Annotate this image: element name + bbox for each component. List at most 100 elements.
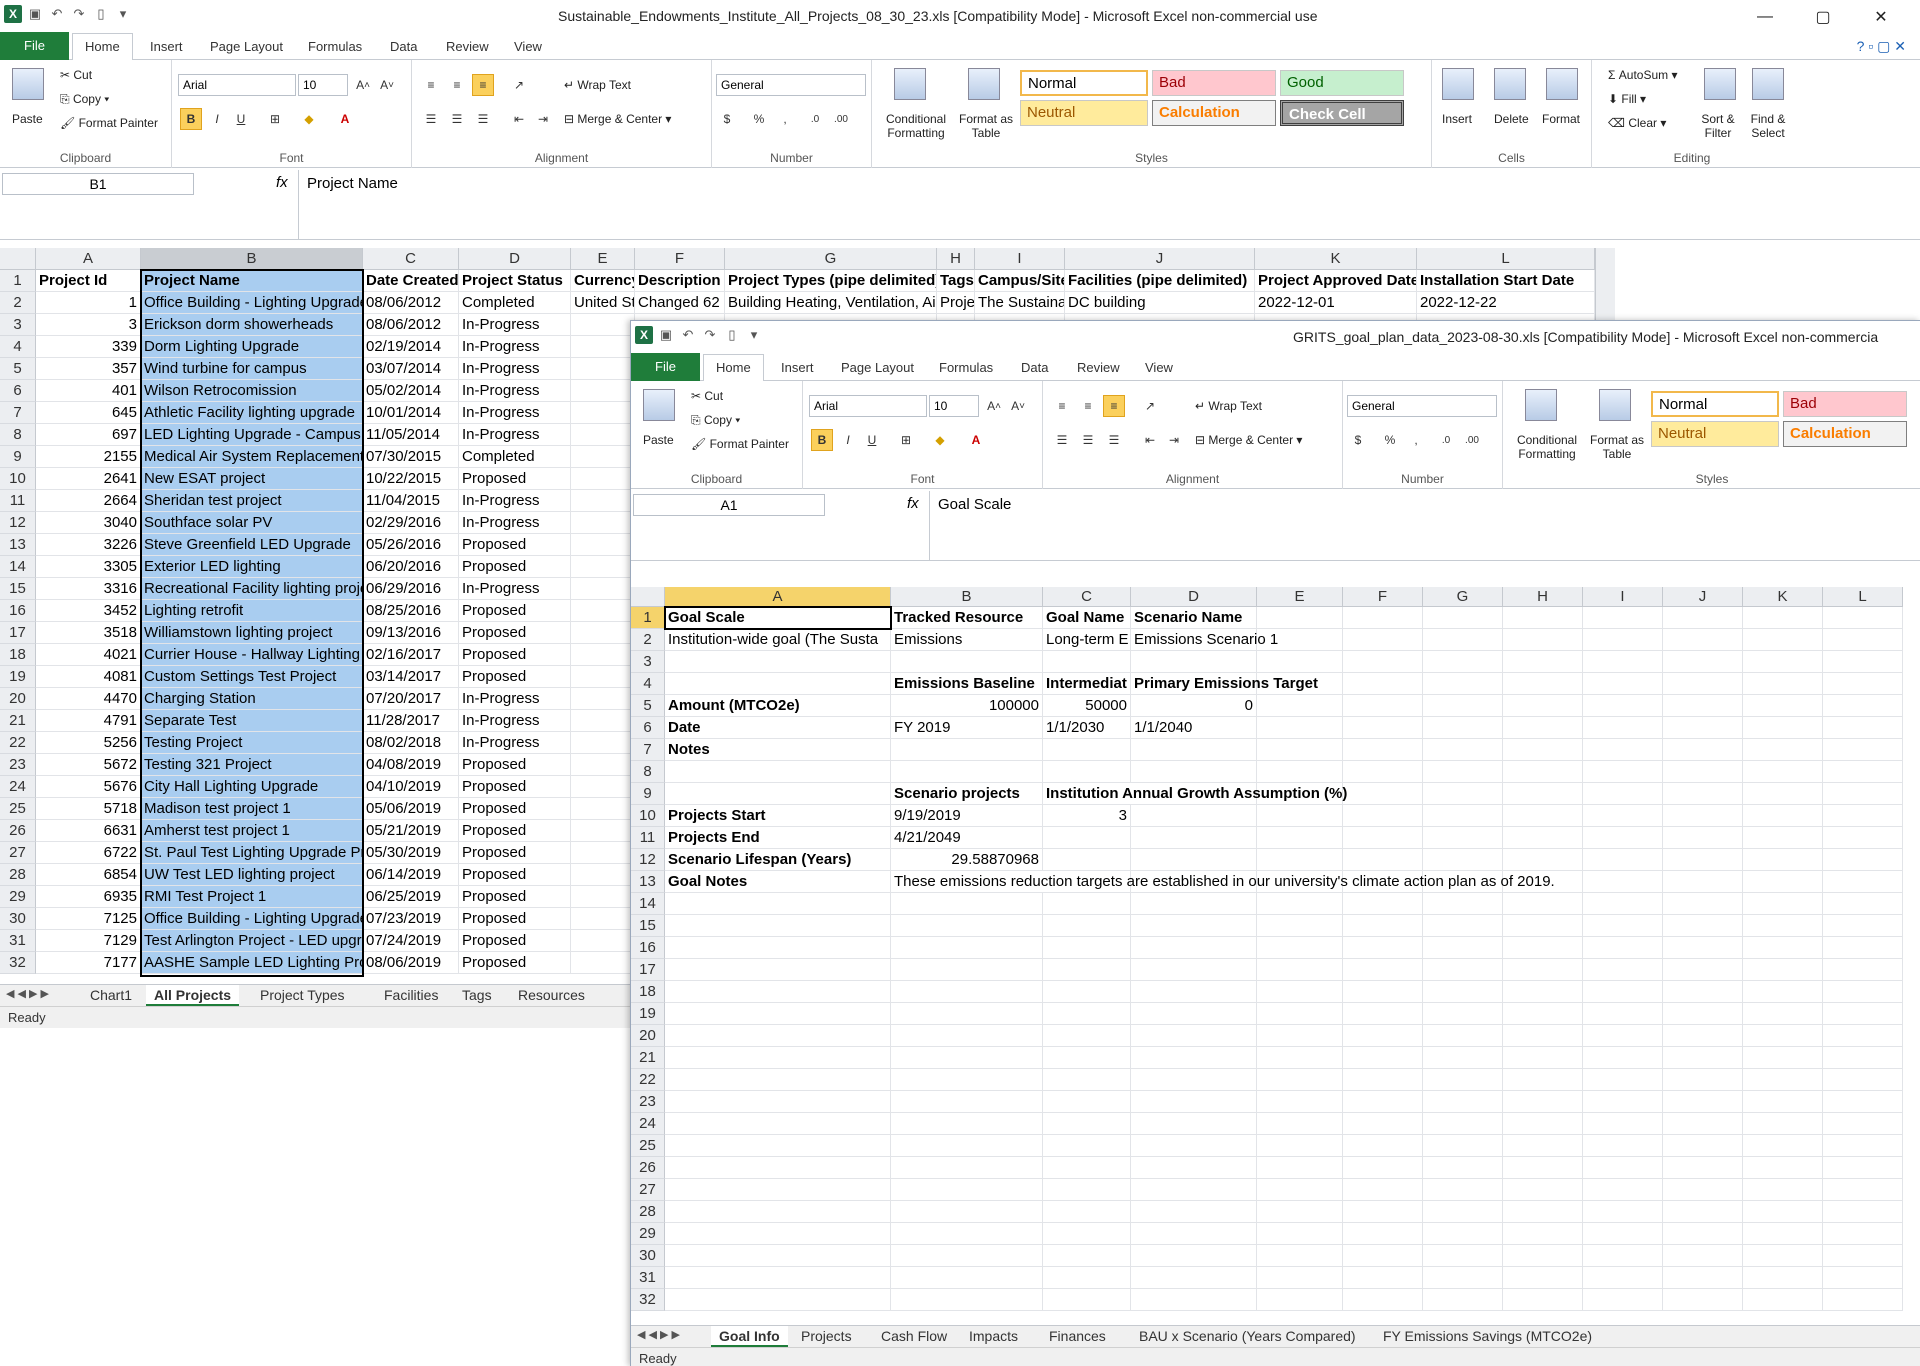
column-header[interactable]: D [1131, 587, 1257, 607]
grid-cell[interactable] [1663, 1091, 1743, 1113]
grid-cell[interactable] [1823, 1025, 1903, 1047]
grid-cell[interactable]: Sheridan test project [141, 490, 363, 512]
percent-icon[interactable]: % [1379, 429, 1401, 451]
grid-cell[interactable] [1583, 1157, 1663, 1179]
grid-cell[interactable]: UW Test LED lighting project [141, 864, 363, 886]
sheet-tab-tags[interactable]: Tags [454, 985, 500, 1006]
grid-cell[interactable] [1131, 937, 1257, 959]
row-header[interactable]: 12 [0, 512, 36, 534]
grid-cell[interactable] [1131, 1245, 1257, 1267]
grid-cell[interactable] [1823, 1289, 1903, 1311]
grid-cell[interactable] [891, 1245, 1043, 1267]
grid-cell[interactable]: 4/21/2049 [891, 827, 1043, 849]
grid-cell[interactable] [571, 952, 635, 974]
grid-cell[interactable] [1257, 1025, 1343, 1047]
grid-cell[interactable] [1343, 1223, 1423, 1245]
grid-cell[interactable]: 4021 [36, 644, 141, 666]
grid-cell[interactable] [1257, 739, 1343, 761]
grid-cell[interactable] [1131, 1223, 1257, 1245]
currency-icon[interactable]: $ [1347, 429, 1369, 451]
column-header[interactable]: G [1423, 587, 1503, 607]
grid-cell[interactable] [1823, 1201, 1903, 1223]
grid-cell[interactable] [1343, 959, 1423, 981]
grid-cell[interactable]: Installation Start Date [1417, 270, 1595, 292]
grid-cell[interactable] [1743, 981, 1823, 1003]
grid-cell[interactable] [1823, 849, 1903, 871]
grid-cell[interactable] [1823, 981, 1903, 1003]
grid-cell[interactable]: St. Paul Test Lighting Upgrade Proje [141, 842, 363, 864]
grid-cell[interactable] [665, 1179, 891, 1201]
grid-cell[interactable] [1043, 1157, 1131, 1179]
align-top-icon[interactable]: ≡ [1051, 395, 1073, 417]
grid-cell[interactable] [1423, 695, 1503, 717]
grid-cell[interactable] [891, 1003, 1043, 1025]
grid-cell[interactable] [1583, 1245, 1663, 1267]
new-document-icon[interactable]: ▯ [723, 326, 741, 344]
grid-cell[interactable]: 07/23/2019 [363, 908, 459, 930]
row-header[interactable]: 26 [631, 1157, 665, 1179]
grid-cell[interactable]: Williamstown lighting project [141, 622, 363, 644]
grid-cell[interactable] [1257, 1113, 1343, 1135]
row-header[interactable]: 24 [0, 776, 36, 798]
row-header[interactable]: 17 [0, 622, 36, 644]
grid-cell[interactable]: Exterior LED lighting [141, 556, 363, 578]
grid-cell[interactable] [1583, 871, 1663, 893]
grid-cell[interactable]: Project Approved Date [1255, 270, 1417, 292]
grid-cell[interactable] [1043, 849, 1131, 871]
grid-cell[interactable] [1131, 1091, 1257, 1113]
grid-cell[interactable]: Proposed [459, 908, 571, 930]
tab-insert[interactable]: Insert [138, 34, 195, 60]
grid-cell[interactable] [665, 1003, 891, 1025]
grid-cell[interactable] [1257, 893, 1343, 915]
grid-cell[interactable] [1743, 827, 1823, 849]
grid-cell[interactable] [1743, 1069, 1823, 1091]
row-header[interactable]: 1 [0, 270, 36, 292]
row-header[interactable]: 19 [0, 666, 36, 688]
bold-button[interactable]: B [811, 429, 833, 451]
grid-cell[interactable]: City Hall Lighting Upgrade [141, 776, 363, 798]
grid-cell[interactable] [1663, 1069, 1743, 1091]
grid-cell[interactable] [1257, 695, 1343, 717]
grid-cell[interactable]: Testing 321 Project [141, 754, 363, 776]
grid-cell[interactable] [1257, 849, 1343, 871]
grid-cell[interactable]: In-Progress [459, 424, 571, 446]
sheet-tab-fy-emissions[interactable]: FY Emissions Savings (MTCO2e) [1375, 1326, 1600, 1347]
grid-cell[interactable] [891, 1267, 1043, 1289]
number-format-select[interactable]: General [1347, 395, 1497, 417]
grid-cell[interactable]: Emissions Scenario 1 [1131, 629, 1278, 651]
shrink-font-icon[interactable]: A ˅ [1007, 395, 1029, 417]
sheet-tab-facilities[interactable]: Facilities [376, 985, 446, 1006]
grid-cell[interactable] [1131, 893, 1257, 915]
grid-cell[interactable] [1343, 783, 1423, 805]
grid-cell[interactable] [1583, 1289, 1663, 1311]
grid-cell[interactable]: 2022-12-22 [1417, 292, 1595, 314]
grid-cell[interactable] [1823, 1113, 1903, 1135]
grid-cell[interactable]: 06/29/2016 [363, 578, 459, 600]
row-header[interactable]: 5 [631, 695, 665, 717]
grid-cell[interactable]: Office Building - Lighting Upgrade [141, 292, 363, 314]
grid-cell[interactable] [891, 1157, 1043, 1179]
grid-cell[interactable]: Wind turbine for campus [141, 358, 363, 380]
grid-cell[interactable] [1043, 1289, 1131, 1311]
row-header[interactable]: 6 [0, 380, 36, 402]
grid-cell[interactable] [1583, 1201, 1663, 1223]
grid-cell[interactable] [891, 1179, 1043, 1201]
grid-cell[interactable]: 5676 [36, 776, 141, 798]
grid-cell[interactable]: Proje [937, 292, 975, 314]
borders-icon[interactable]: ⊞ [264, 108, 286, 130]
grid-cell[interactable] [1503, 1201, 1583, 1223]
grid-cell[interactable] [1503, 1157, 1583, 1179]
grid-cell[interactable] [571, 666, 635, 688]
grid-cell[interactable] [1423, 981, 1503, 1003]
borders-icon[interactable]: ⊞ [895, 429, 917, 451]
grid-cell[interactable] [571, 600, 635, 622]
column-header[interactable]: F [635, 248, 725, 270]
grow-font-icon[interactable]: A ˄ [352, 74, 374, 96]
grid-cell[interactable] [891, 1135, 1043, 1157]
grid-cell[interactable]: 06/20/2016 [363, 556, 459, 578]
grid-cell[interactable]: 08/25/2016 [363, 600, 459, 622]
grid-cell[interactable] [665, 1091, 891, 1113]
grid-cell[interactable] [571, 402, 635, 424]
grid-cell[interactable] [571, 908, 635, 930]
grid-cell[interactable]: In-Progress [459, 732, 571, 754]
